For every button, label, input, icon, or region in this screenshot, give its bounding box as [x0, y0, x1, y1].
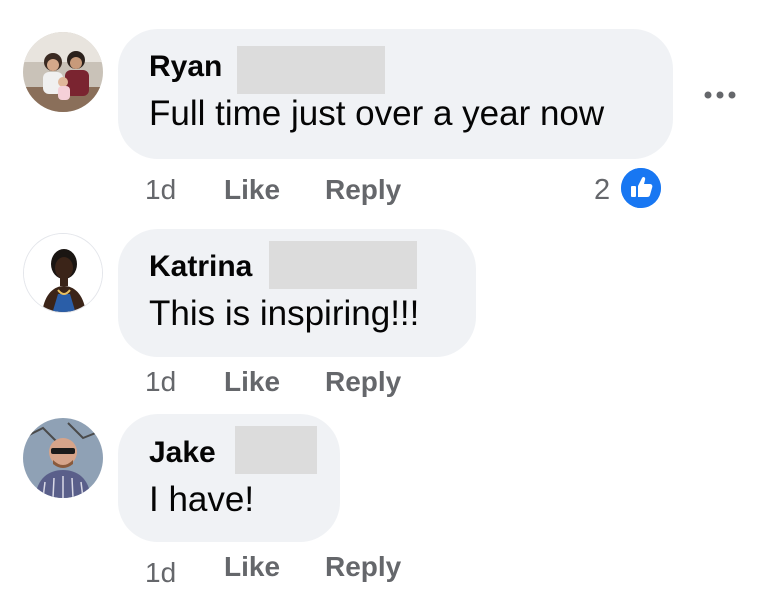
reply-button[interactable]: Reply	[325, 366, 401, 398]
woman-portrait-icon	[24, 234, 102, 312]
comment-text: I have!	[149, 480, 255, 519]
comment-time[interactable]: 1d	[145, 174, 176, 206]
family-photo-icon	[23, 32, 103, 112]
like-button[interactable]: Like	[224, 174, 280, 206]
comment-text: This is inspiring!!!	[149, 294, 420, 333]
comment-time[interactable]: 1d	[145, 557, 176, 589]
man-sunglasses-icon	[23, 418, 103, 498]
redacted-name	[235, 426, 317, 474]
comment-time[interactable]: 1d	[145, 366, 176, 398]
redacted-name	[269, 241, 417, 289]
avatar[interactable]	[23, 418, 103, 498]
comment-author[interactable]: Jake	[149, 436, 216, 470]
like-button[interactable]: Like	[224, 551, 280, 583]
redacted-name	[237, 46, 385, 94]
reply-button[interactable]: Reply	[325, 551, 401, 583]
avatar[interactable]	[23, 233, 103, 313]
like-button[interactable]: Like	[224, 366, 280, 398]
comment-author[interactable]: Katrina	[149, 250, 252, 284]
more-options-icon[interactable]	[700, 80, 740, 110]
reaction-count[interactable]: 2	[594, 174, 610, 206]
comment-text: Full time just over a year now	[149, 94, 605, 133]
comment-author[interactable]: Ryan	[149, 50, 222, 84]
like-thumb-icon[interactable]	[621, 168, 661, 208]
avatar[interactable]	[23, 32, 103, 112]
reply-button[interactable]: Reply	[325, 174, 401, 206]
